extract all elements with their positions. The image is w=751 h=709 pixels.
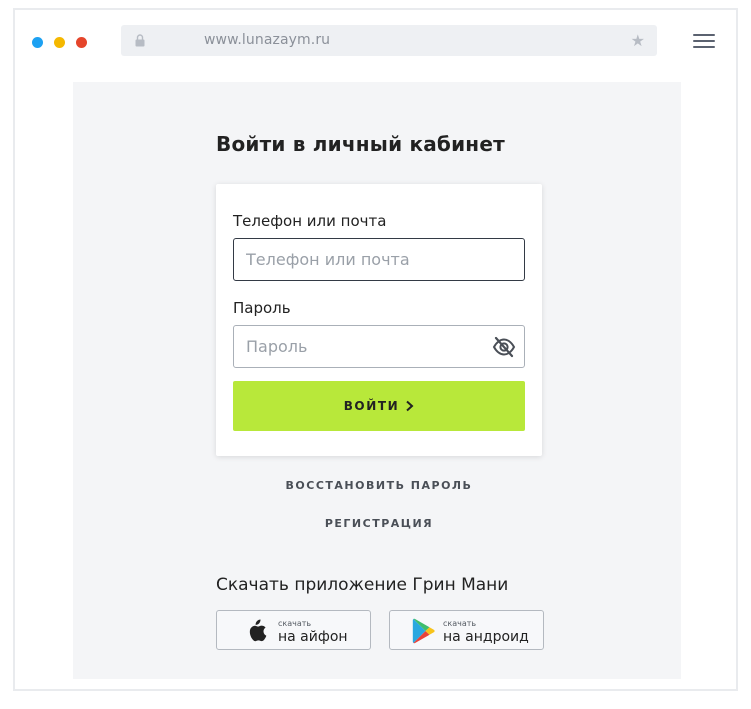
star-icon[interactable]: ★ xyxy=(631,31,645,50)
ios-big-label: на айфон xyxy=(278,629,348,645)
login-button-label: ВОЙТИ xyxy=(343,399,400,413)
eye-slash-icon[interactable] xyxy=(492,336,516,358)
download-app-title: Скачать приложение Грин Мани xyxy=(216,575,509,595)
android-download-button[interactable]: скачать на андроид xyxy=(389,610,544,650)
phone-input[interactable] xyxy=(233,238,525,281)
page-title: Войти в личный кабинет xyxy=(216,132,505,156)
phone-label: Телефон или почта xyxy=(233,212,387,230)
android-small-label: скачать xyxy=(443,619,477,628)
lock-icon xyxy=(135,34,145,47)
apple-icon xyxy=(249,619,267,642)
register-link[interactable]: РЕГИСТРАЦИЯ xyxy=(216,517,542,530)
hamburger-menu-icon[interactable] xyxy=(693,34,715,48)
recover-password-link[interactable]: ВОССТАНОВИТЬ ПАРОЛЬ xyxy=(216,479,542,492)
password-input[interactable] xyxy=(233,325,525,368)
address-bar[interactable]: www.lunazaym.ru ★ xyxy=(121,25,657,56)
window-controls xyxy=(32,37,87,48)
address-url[interactable]: www.lunazaym.ru xyxy=(204,32,330,48)
page-content: Войти в личный кабинет Телефон или почта… xyxy=(73,82,681,679)
login-button[interactable]: ВОЙТИ xyxy=(233,381,525,431)
browser-window: www.lunazaym.ru ★ Войти в личный кабинет… xyxy=(13,8,738,691)
window-dot-red[interactable] xyxy=(76,37,87,48)
window-dot-yellow[interactable] xyxy=(54,37,65,48)
android-big-label: на андроид xyxy=(443,629,529,645)
ios-download-button[interactable]: скачать на айфон xyxy=(216,610,371,650)
password-label: Пароль xyxy=(233,299,291,317)
chevron-right-icon xyxy=(406,400,414,412)
ios-small-label: скачать xyxy=(278,619,312,628)
google-play-icon xyxy=(412,618,435,644)
login-card: Телефон или почта Пароль ВОЙТИ xyxy=(216,184,542,456)
window-dot-blue[interactable] xyxy=(32,37,43,48)
